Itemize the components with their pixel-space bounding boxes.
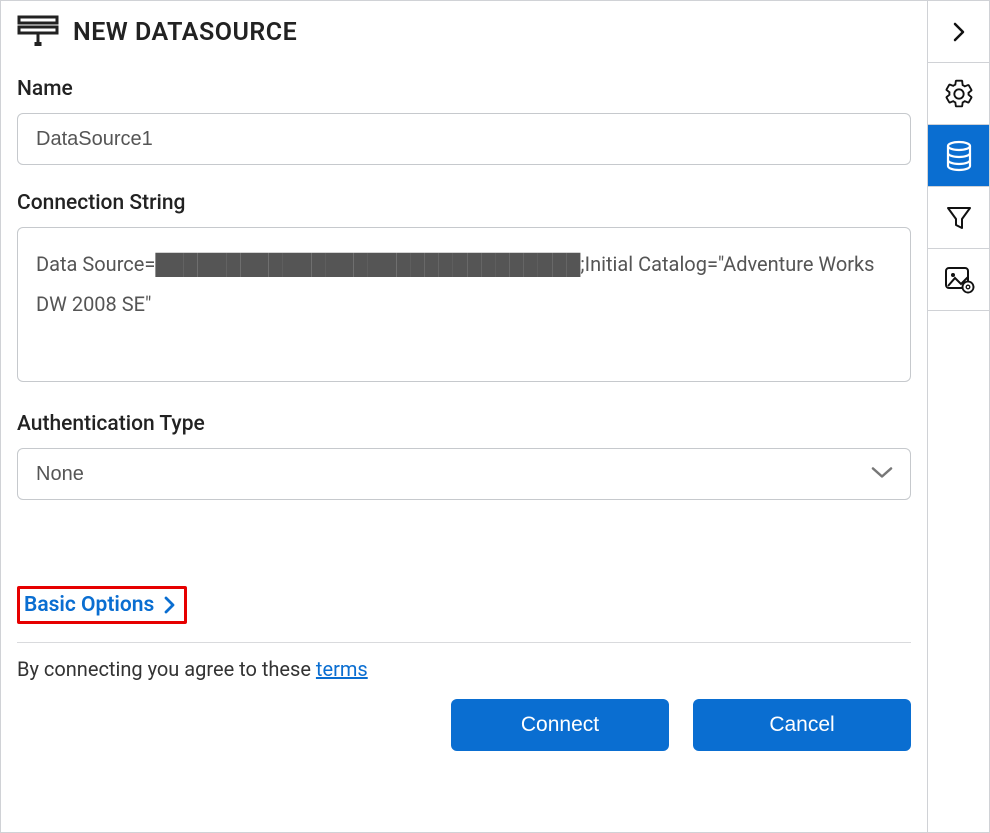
cancel-button[interactable]: Cancel bbox=[693, 699, 911, 751]
app-root: NEW DATASOURCE Name Connection String Da… bbox=[0, 0, 990, 833]
sidebar-item-image-settings[interactable] bbox=[928, 249, 989, 311]
sidebar bbox=[927, 1, 989, 832]
name-label: Name bbox=[17, 77, 911, 101]
name-input[interactable] bbox=[17, 113, 911, 165]
basic-options-toggle[interactable]: Basic Options bbox=[17, 586, 187, 624]
connection-string-input[interactable]: Data Source=████████████████████████████… bbox=[17, 227, 911, 382]
terms-prefix: By connecting you agree to these bbox=[17, 657, 316, 681]
gear-icon bbox=[943, 78, 975, 110]
auth-type-select[interactable]: None bbox=[17, 448, 911, 500]
header: NEW DATASOURCE bbox=[17, 15, 911, 49]
chevron-right-icon bbox=[951, 21, 967, 43]
name-field-group: Name bbox=[17, 77, 911, 165]
terms-row: By connecting you agree to these terms bbox=[17, 657, 911, 681]
auth-type-field-group: Authentication Type None bbox=[17, 412, 911, 500]
auth-type-label: Authentication Type bbox=[17, 412, 911, 436]
main-panel: NEW DATASOURCE Name Connection String Da… bbox=[1, 1, 927, 832]
connection-string-label: Connection String bbox=[17, 191, 911, 215]
chevron-right-icon bbox=[164, 596, 176, 614]
divider bbox=[17, 642, 911, 643]
datasource-icon bbox=[17, 15, 59, 49]
image-gear-icon bbox=[943, 265, 975, 295]
sidebar-item-settings[interactable] bbox=[928, 63, 989, 125]
page-title: NEW DATASOURCE bbox=[73, 18, 297, 47]
sidebar-item-expand[interactable] bbox=[928, 1, 989, 63]
database-icon bbox=[944, 140, 974, 172]
sidebar-item-filter[interactable] bbox=[928, 187, 989, 249]
funnel-icon bbox=[944, 203, 974, 233]
connection-string-field-group: Connection String Data Source=██████████… bbox=[17, 191, 911, 386]
connect-button[interactable]: Connect bbox=[451, 699, 669, 751]
sidebar-item-datasources[interactable] bbox=[928, 125, 989, 187]
terms-link[interactable]: terms bbox=[316, 657, 368, 681]
auth-type-select-wrap: None bbox=[17, 448, 911, 500]
basic-options-label: Basic Options bbox=[24, 593, 154, 617]
footer-actions: Connect Cancel bbox=[17, 699, 911, 751]
